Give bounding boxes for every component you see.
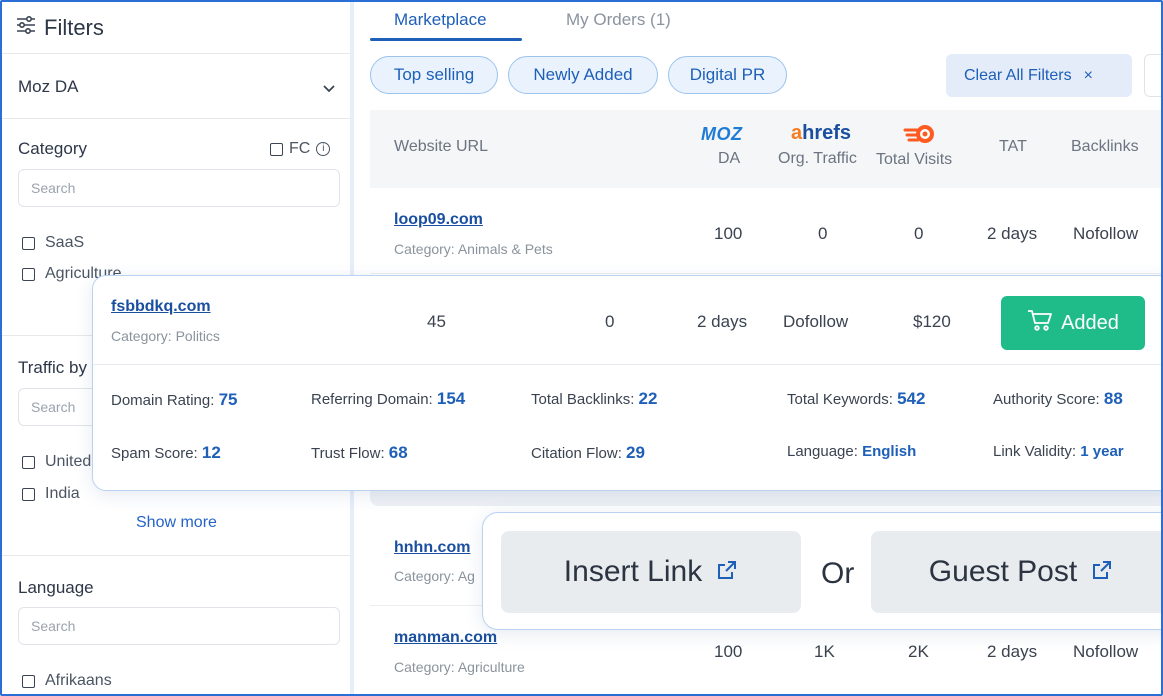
sliders-icon (16, 15, 36, 39)
category-label: Category (18, 139, 87, 158)
option-label: United (45, 453, 92, 470)
checkbox-box[interactable] (22, 674, 35, 688)
added-button[interactable]: Added (1001, 296, 1145, 350)
metric-link-validity: Link Validity: 1 year (993, 443, 1124, 460)
site-link[interactable]: fsbbdkq.com (111, 298, 211, 316)
link-type-chooser: Insert Link Or Guest Post (482, 512, 1161, 630)
metric-trust-flow: Trust Flow: 68 (311, 443, 408, 462)
header-backlinks: Backlinks (1071, 138, 1139, 155)
close-icon: × (1083, 67, 1093, 84)
option-label: India (45, 485, 80, 502)
metric-referring-domain: Referring Domain: 154 (311, 389, 466, 408)
pill-newly-added[interactable]: Newly Added (508, 56, 658, 94)
cell-da: 100 (714, 642, 743, 661)
metric-total-keywords: Total Keywords: 542 (787, 389, 926, 408)
cell-visits: 2K (908, 642, 929, 661)
cell-traffic: 0 (605, 312, 615, 331)
header-org-traffic: Org. Traffic (778, 150, 857, 167)
site-link[interactable]: hnhn.com (394, 539, 470, 557)
language-option-afrikaans[interactable]: Afrikaans (22, 672, 112, 690)
semrush-logo-icon (903, 122, 935, 146)
tab-my-orders[interactable]: My Orders (1) (566, 10, 671, 30)
fc-checkbox[interactable]: FC i (270, 140, 331, 158)
checkbox-box[interactable] (22, 455, 35, 469)
clear-all-filters-button[interactable]: Clear All Filters × (946, 54, 1132, 97)
expanded-site-card[interactable]: fsbbdkq.com Category: Politics 45 0 2 da… (92, 275, 1161, 491)
chevron-down-icon[interactable] (322, 81, 336, 99)
cell-tat: 2 days (987, 224, 1038, 243)
or-separator: Or (821, 557, 855, 590)
header-da: DA (718, 150, 741, 167)
divider (93, 364, 1161, 365)
language-label: Language (18, 578, 94, 597)
moz-logo: MOZ (701, 124, 743, 144)
header-total-visits: Total Visits (876, 151, 953, 168)
cell-traffic: 0 (818, 224, 828, 243)
fc-checkbox-box[interactable] (270, 142, 283, 156)
metric-domain-rating: Domain Rating: 75 (111, 390, 238, 409)
header-website-url: Website URL (394, 138, 488, 155)
site-category: Category: Animals & Pets (394, 241, 553, 257)
clear-all-label: Clear All Filters (964, 67, 1072, 84)
metric-total-backlinks: Total Backlinks: 22 (531, 389, 658, 408)
checkbox-box[interactable] (22, 487, 35, 501)
checkbox-box[interactable] (22, 267, 35, 281)
ahrefs-logo: ahrefs (791, 122, 852, 144)
app-frame: Filters Moz DA Category FC i Search SaaS… (0, 0, 1163, 696)
cell-visits: 0 (914, 224, 924, 243)
table-row[interactable] (370, 188, 1161, 274)
fc-label: FC (289, 140, 311, 157)
cell-backlinks: Nofollow (1073, 224, 1139, 243)
filters-header: Filters (2, 2, 350, 54)
insert-link-button[interactable]: Insert Link (501, 531, 801, 613)
cell-price: $120 (913, 312, 951, 331)
traffic-label: Traffic by (18, 358, 87, 377)
partial-button[interactable] (1144, 54, 1161, 97)
cell-backlinks: Dofollow (783, 312, 849, 331)
site-link[interactable]: loop09.com (394, 211, 483, 229)
checkbox-box[interactable] (22, 236, 35, 250)
header-tat: TAT (999, 138, 1027, 155)
guest-post-label: Guest Post (928, 555, 1078, 588)
category-search-input[interactable]: Search (18, 169, 340, 207)
info-icon[interactable]: i (316, 142, 331, 156)
site-category: Category: Agriculture (394, 659, 525, 675)
site-category: Category: Politics (111, 328, 220, 344)
language-search-input[interactable]: Search (18, 607, 340, 645)
external-link-icon (702, 555, 738, 589)
moz-da-filter[interactable]: Moz DA (2, 55, 350, 119)
active-tab-indicator (370, 38, 522, 41)
table-header (370, 110, 1161, 188)
cart-icon (1027, 308, 1061, 338)
pill-top-selling[interactable]: Top selling (370, 56, 498, 94)
option-label: Afrikaans (45, 672, 112, 689)
cell-traffic: 1K (814, 642, 835, 661)
traffic-option-united[interactable]: United (22, 453, 91, 471)
cell-da: 100 (714, 224, 743, 243)
category-option-saas[interactable]: SaaS (22, 234, 84, 252)
added-label: Added (1061, 311, 1119, 334)
metric-citation-flow: Citation Flow: 29 (531, 443, 645, 462)
option-label: SaaS (45, 234, 85, 251)
filters-title: Filters (44, 14, 104, 40)
traffic-option-india[interactable]: India (22, 485, 80, 503)
pill-digital-pr[interactable]: Digital PR (668, 56, 787, 94)
tab-marketplace[interactable]: Marketplace (394, 10, 487, 30)
metric-spam-score: Spam Score: 12 (111, 443, 221, 462)
divider (2, 555, 350, 556)
cell-tat: 2 days (697, 312, 748, 331)
cell-tat: 2 days (987, 642, 1038, 661)
tabs: Marketplace My Orders (1) (358, 2, 1161, 42)
cell-da: 45 (427, 312, 446, 331)
site-category: Category: Ag (394, 568, 475, 584)
insert-link-label: Insert Link (563, 555, 703, 588)
metric-authority-score: Authority Score: 88 (993, 389, 1123, 408)
external-link-icon (1077, 555, 1113, 589)
moz-da-label: Moz DA (18, 77, 79, 96)
metric-language: Language: English (787, 443, 917, 460)
show-more-link[interactable]: Show more (136, 514, 217, 532)
cell-backlinks: Nofollow (1073, 642, 1139, 661)
guest-post-button[interactable]: Guest Post (871, 531, 1161, 613)
site-link[interactable]: manman.com (394, 629, 497, 647)
